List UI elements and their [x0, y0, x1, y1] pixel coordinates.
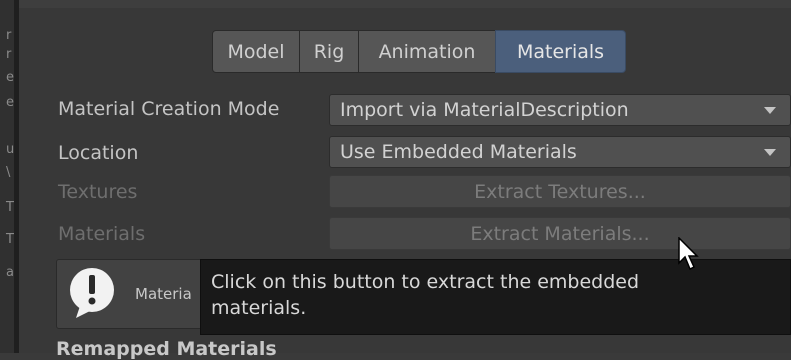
tab-label: Animation: [378, 40, 476, 63]
left-edge-glyph: r: [6, 47, 12, 62]
tab-label: Rig: [313, 40, 345, 63]
left-edge-glyph: T: [6, 232, 14, 247]
left-edge-glyph: \: [6, 165, 11, 180]
extract-materials-button[interactable]: Extract Materials...: [329, 217, 791, 250]
tab-rig[interactable]: Rig: [299, 30, 359, 73]
tooltip-line: Click on this button to extract the embe…: [211, 271, 640, 293]
left-edge-glyph: u: [6, 142, 15, 157]
tab-label: Materials: [516, 40, 605, 63]
remapped-materials-header[interactable]: Remapped Materials: [56, 338, 277, 360]
import-settings-tabs: Model Rig Animation Materials: [212, 30, 626, 73]
textures-label: Textures: [58, 181, 138, 203]
material-creation-mode-dropdown[interactable]: Import via MaterialDescription: [329, 94, 791, 126]
button-label: Extract Materials...: [470, 222, 650, 245]
extract-textures-button[interactable]: Extract Textures...: [329, 175, 791, 208]
dropdown-arrow-icon: [764, 149, 776, 156]
tooltip-line: materials.: [211, 297, 307, 319]
dropdown-value: Import via MaterialDescription: [340, 99, 629, 121]
dropdown-value: Use Embedded Materials: [340, 141, 577, 163]
left-edge-glyph: e: [6, 70, 14, 85]
material-creation-mode-label: Material Creation Mode: [58, 98, 280, 120]
left-edge-glyph: r: [6, 28, 12, 43]
button-label: Extract Textures...: [474, 180, 646, 203]
help-box-text: Materia: [135, 285, 192, 303]
dropdown-arrow-icon: [764, 107, 776, 114]
left-edge-glyph: a: [6, 265, 14, 280]
location-label: Location: [58, 142, 139, 164]
tab-animation[interactable]: Animation: [358, 30, 496, 73]
window-top-strip: [0, 0, 791, 8]
left-edge-glyph: T: [6, 200, 14, 215]
mouse-cursor-icon: [678, 237, 699, 271]
tab-label: Model: [227, 40, 285, 63]
tab-model[interactable]: Model: [212, 30, 300, 73]
location-dropdown[interactable]: Use Embedded Materials: [329, 136, 791, 168]
left-edge-glyph: e: [6, 95, 14, 110]
left-panel-edge: r r e e u \ T T a: [0, 0, 14, 353]
tooltip: Click on this button to extract the embe…: [200, 259, 791, 335]
info-speech-bubble-icon: [70, 268, 114, 318]
materials-label: Materials: [58, 223, 146, 245]
tab-materials[interactable]: Materials: [495, 30, 626, 73]
